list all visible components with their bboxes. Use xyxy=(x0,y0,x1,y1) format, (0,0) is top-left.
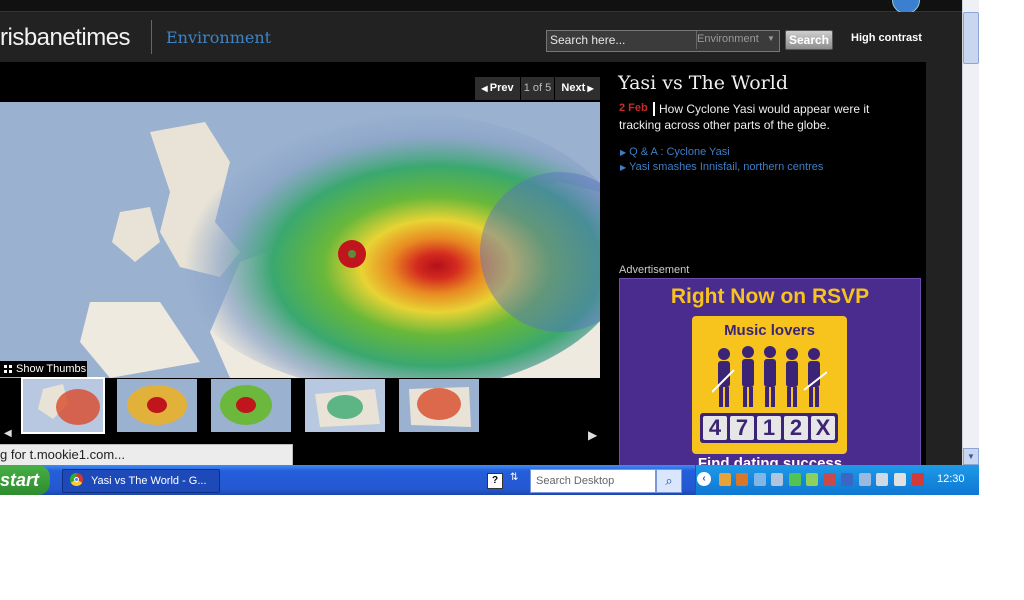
counter-digit: 1 xyxy=(757,416,781,440)
taskbar-item-browser[interactable]: Yasi vs The World - G... xyxy=(62,469,220,493)
thumbnail-4[interactable] xyxy=(305,379,385,432)
section-title[interactable]: Environment xyxy=(166,28,271,47)
antivirus-icon[interactable] xyxy=(859,473,871,486)
counter-digit: 4 xyxy=(703,416,727,440)
site-logo[interactable]: risbanetimes xyxy=(0,24,131,52)
cyclone-map-image xyxy=(0,102,600,378)
browser-status-bubble: g for t.mookie1.com... xyxy=(0,444,293,467)
search-button[interactable]: Search xyxy=(785,30,833,50)
triangle-right-icon: ▶ xyxy=(620,148,627,157)
prev-label: Prev xyxy=(489,82,514,94)
high-contrast-link[interactable]: High contrast xyxy=(851,32,922,44)
date-separator xyxy=(653,102,655,116)
thumbnail-5[interactable] xyxy=(399,379,479,432)
show-desktop-icon[interactable]: ⇅ xyxy=(510,472,518,483)
musicians-silhouette-icon xyxy=(712,346,827,407)
ad-card-title: Music lovers xyxy=(724,322,815,339)
wireless-icon[interactable] xyxy=(806,473,818,486)
search-scope-label: Environment xyxy=(697,33,759,45)
prev-arrow-icon: ◀ xyxy=(481,84,490,93)
chrome-icon xyxy=(70,473,83,486)
thumbnail-1[interactable] xyxy=(21,377,105,434)
top-strip xyxy=(0,0,962,12)
thumbnail-image xyxy=(305,379,385,432)
related-link-label: Q & A : Cyclone Yasi xyxy=(629,146,730,158)
thumbnail-image xyxy=(23,379,103,432)
show-thumbs-label: Show Thumbs xyxy=(16,363,87,375)
help-icon[interactable]: ? xyxy=(487,473,503,489)
advertisement-label: Advertisement xyxy=(619,264,690,276)
scrollbar-thumb[interactable] xyxy=(963,12,979,64)
article-description: How Cyclone Yasi would appear were it tr… xyxy=(619,102,870,132)
ad-card: Music lovers 4 7 1 2 X xyxy=(692,316,847,454)
monitor-icon[interactable] xyxy=(876,473,888,486)
volume-icon[interactable] xyxy=(736,473,748,486)
next-arrow-icon: ▶ xyxy=(585,84,594,93)
related-link-label: Yasi smashes Innisfail, northern centres xyxy=(629,161,824,173)
thumbnail-image xyxy=(117,379,197,432)
search-icon[interactable] xyxy=(754,473,766,486)
next-label: Next xyxy=(561,82,586,94)
security-icon[interactable] xyxy=(824,473,836,486)
display-icon[interactable] xyxy=(841,473,853,486)
vertical-scrollbar[interactable] xyxy=(962,0,979,465)
network-icon[interactable] xyxy=(771,473,783,486)
thumbnail-3[interactable] xyxy=(211,379,291,432)
next-button[interactable]: Next ▶ xyxy=(555,77,600,100)
taskbar-item-label: Yasi vs The World - G... xyxy=(91,475,207,487)
desktop-search-placeholder: Search Desktop xyxy=(536,475,615,487)
usb-device-icon[interactable] xyxy=(894,473,906,486)
scroll-down-arrow-icon[interactable]: ▼ xyxy=(963,448,979,465)
counter-digit: 7 xyxy=(730,416,754,440)
thumbnail-2[interactable] xyxy=(117,379,197,432)
gallery-counter: 1 of 5 xyxy=(521,77,554,100)
counter-digit: 2 xyxy=(784,416,808,440)
related-link-1[interactable]: ▶ Q & A : Cyclone Yasi xyxy=(620,146,730,158)
right-gutter xyxy=(926,62,962,465)
article-title: Yasi vs The World xyxy=(618,72,788,94)
gallery-main-image[interactable] xyxy=(0,102,600,378)
thumbs-scroll-right-icon[interactable]: ▶ xyxy=(588,428,597,442)
counter-digit: X xyxy=(811,416,835,440)
chevron-down-icon[interactable]: ▼ xyxy=(767,34,775,43)
search-input[interactable]: Search here... xyxy=(550,33,625,47)
tray-app-icon[interactable] xyxy=(719,473,731,486)
taskbar-clock: 12:30 xyxy=(937,473,965,485)
member-counter: 4 7 1 2 X xyxy=(700,413,838,443)
show-thumbs-toggle[interactable]: Show Thumbs xyxy=(0,361,87,377)
prev-button[interactable]: ◀ Prev xyxy=(475,77,520,100)
thumbnail-image xyxy=(399,379,479,432)
ad-headline: Right Now on RSVP xyxy=(670,285,870,308)
desktop-search-button[interactable]: ⌕ xyxy=(656,469,682,493)
triangle-right-icon: ▶ xyxy=(620,163,627,172)
thumbs-scroll-left-icon[interactable]: ◀ xyxy=(4,428,12,439)
start-button[interactable]: start xyxy=(0,465,50,495)
article-date: 2 Feb xyxy=(619,102,648,114)
tray-expand-icon[interactable]: ‹ xyxy=(697,472,711,486)
signal-strength-icon[interactable] xyxy=(789,473,801,486)
related-link-2[interactable]: ▶ Yasi smashes Innisfail, northern centre… xyxy=(620,161,823,173)
rsvp-ad[interactable]: Right Now on RSVP Music lovers 4 7 1 2 X… xyxy=(619,278,921,467)
close-app-icon[interactable] xyxy=(912,473,924,486)
thumbnail-image xyxy=(211,379,291,432)
title-divider xyxy=(151,20,152,54)
grid-icon xyxy=(4,365,12,373)
desktop-search-input[interactable]: Search Desktop xyxy=(530,469,656,493)
